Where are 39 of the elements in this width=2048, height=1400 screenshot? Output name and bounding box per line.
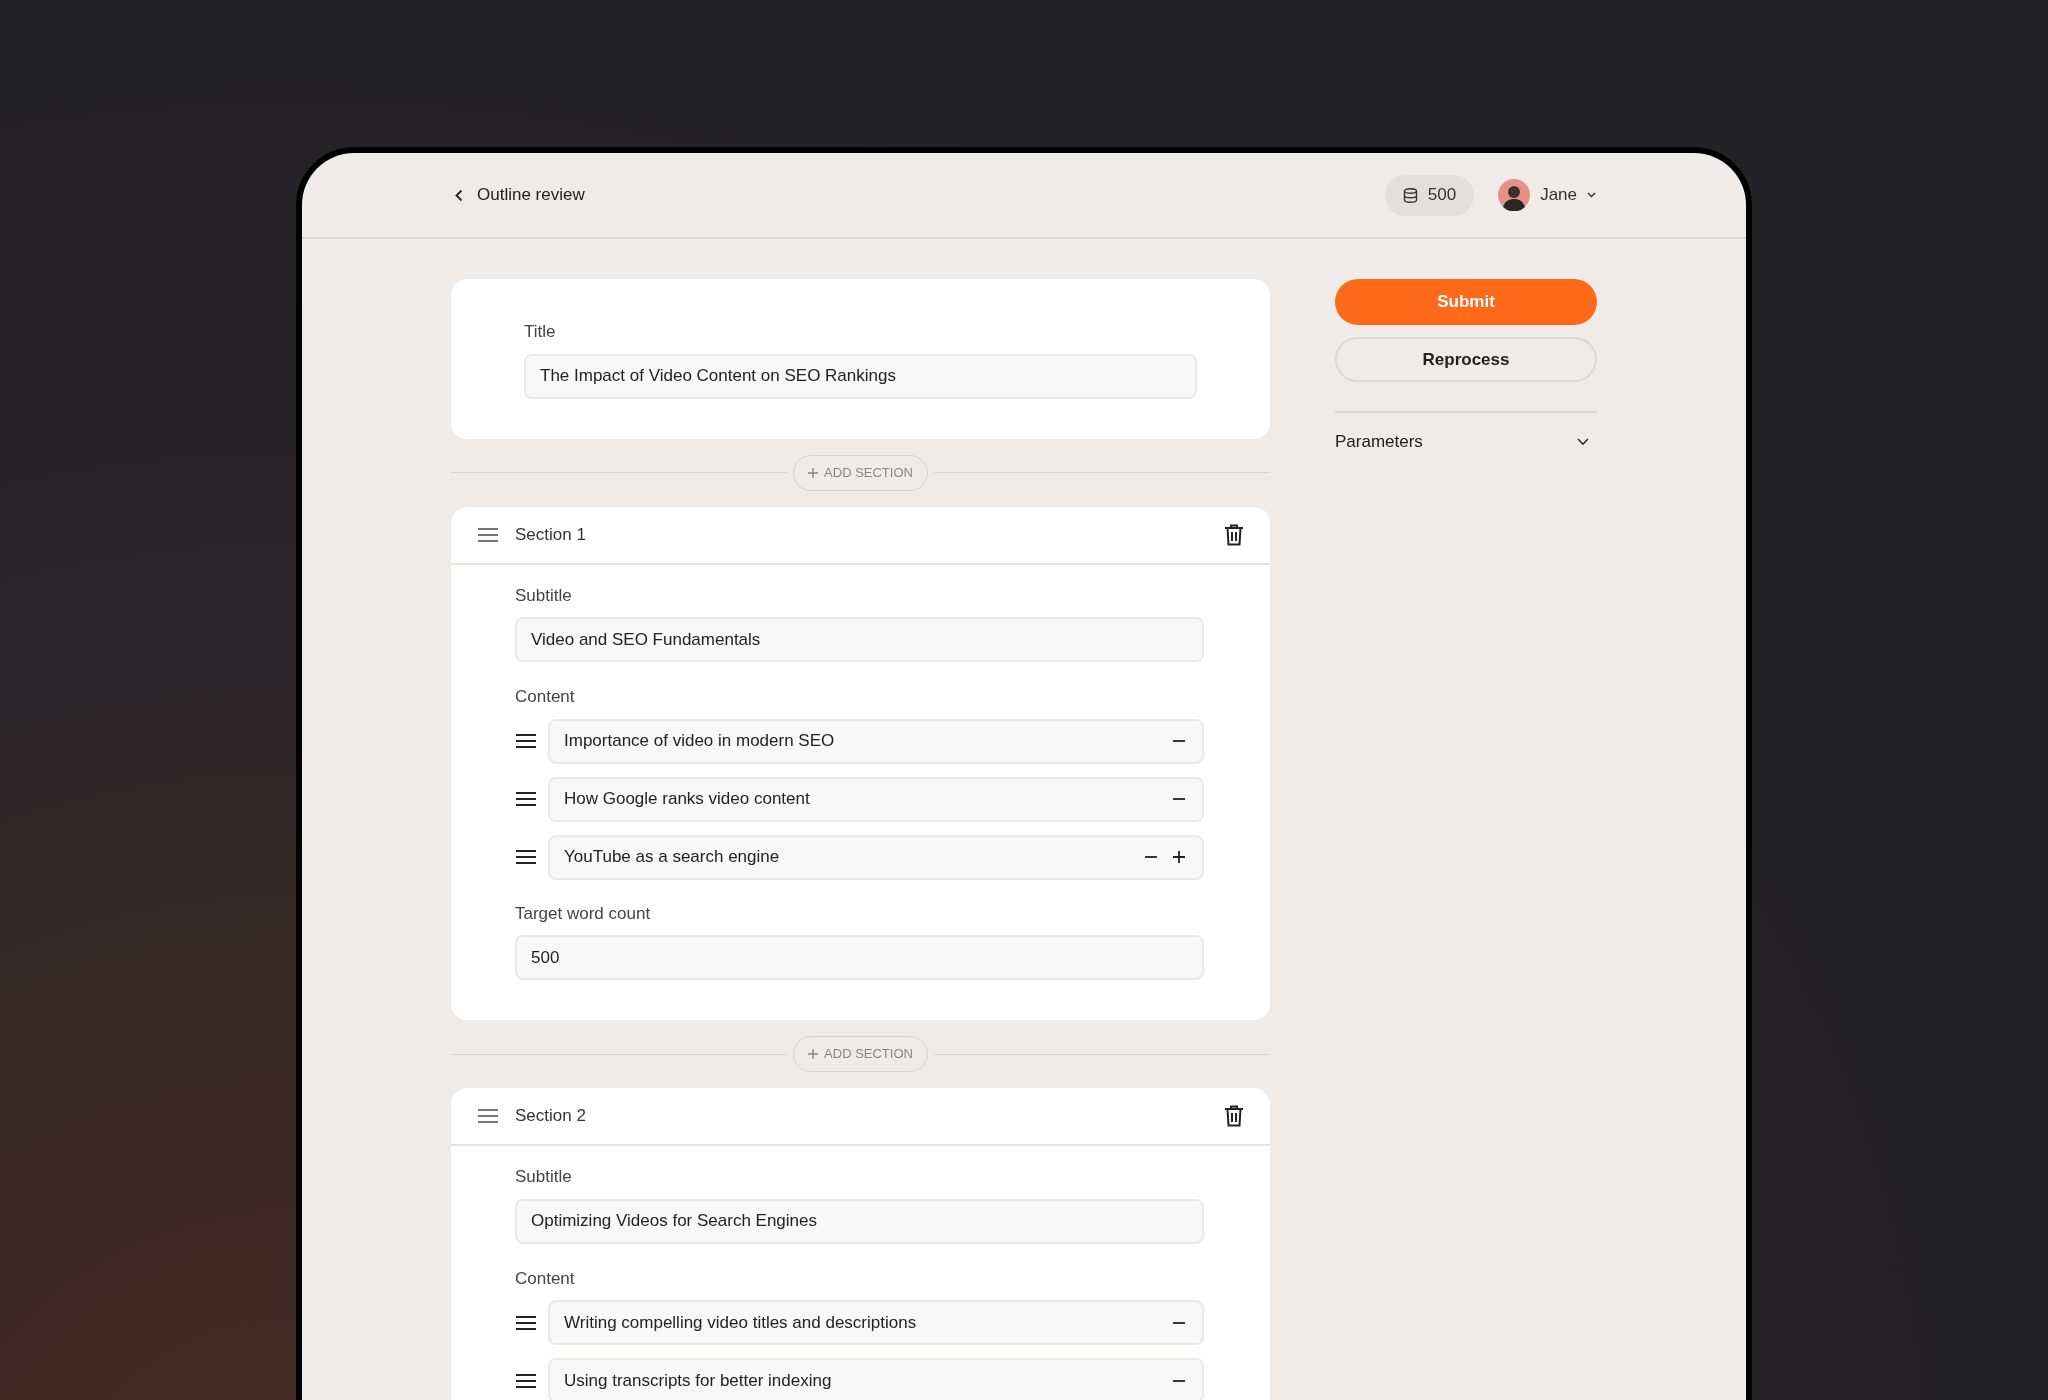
field-label: Target word count: [515, 902, 652, 925]
field-label: Subtitle: [515, 1166, 573, 1188]
content-item-field[interactable]: How Google ranks video content: [548, 776, 1204, 822]
field-label: Content: [515, 686, 576, 708]
reprocess-button[interactable]: Reprocess: [1335, 337, 1597, 382]
parameters-toggle[interactable]: Parameters: [1335, 429, 1597, 455]
chevron-icon: [1577, 437, 1589, 446]
field-label: Title: [524, 321, 557, 343]
back-link[interactable]: Outline review: [455, 182, 585, 208]
drag-handle-icon[interactable]: [515, 791, 537, 807]
content-item-field[interactable]: Importance of video in modern SEO: [548, 718, 1204, 764]
user-menu[interactable]: Jane: [1498, 179, 1596, 211]
drag-handle-icon[interactable]: [515, 1372, 537, 1389]
drag-handle-icon[interactable]: [515, 733, 537, 749]
chevron-left-icon: [455, 188, 463, 202]
content-item-field[interactable]: Using transcripts for better indexing: [548, 1358, 1204, 1400]
text-field[interactable]: The Impact of Video Content on SEO Rankings: [524, 353, 1197, 399]
plus-icon: [808, 467, 819, 478]
content-item-field[interactable]: Writing compelling video titles and descriptions: [548, 1300, 1204, 1345]
plus-icon: [808, 1049, 819, 1059]
content-item-field[interactable]: YouTube as a search engine: [548, 834, 1204, 880]
field-label: Subtitle: [515, 584, 573, 607]
database-icon: [1402, 187, 1418, 203]
text-field[interactable]: 500: [515, 935, 1204, 980]
drag-handle-icon[interactable]: [515, 849, 537, 865]
chevron-down-icon: [1587, 192, 1596, 198]
trash-icon[interactable]: [1224, 1105, 1244, 1127]
field-label: Content: [515, 1267, 576, 1290]
drag-handle-icon[interactable]: [477, 526, 499, 543]
text-field[interactable]: Video and SEO Fundamentals: [515, 617, 1204, 662]
credits-pill: 500: [1384, 174, 1475, 216]
text-field[interactable]: Optimizing Videos for Search Engines: [515, 1198, 1204, 1244]
trash-icon[interactable]: [1224, 523, 1244, 546]
section-title: Section 2: [515, 1105, 587, 1128]
drag-handle-icon[interactable]: [515, 1314, 537, 1331]
plus-icon[interactable]: [1172, 850, 1186, 864]
section-title: Section 1: [515, 523, 587, 546]
avatar-icon: [1498, 179, 1531, 211]
drag-handle-icon[interactable]: [477, 1108, 499, 1124]
